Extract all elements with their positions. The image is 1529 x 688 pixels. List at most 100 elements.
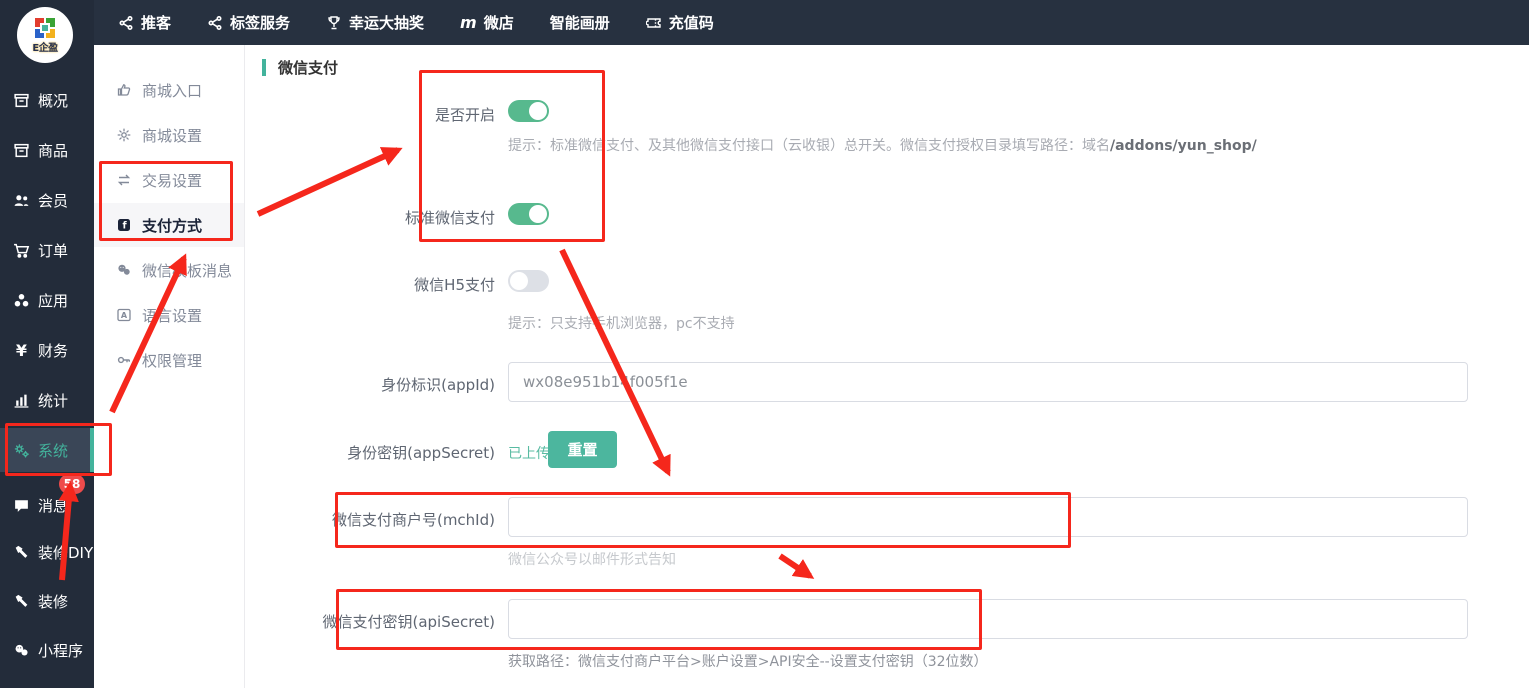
language-icon: A	[116, 307, 132, 323]
m-icon: m	[460, 15, 477, 31]
sidebar-label: 订单	[38, 240, 68, 261]
submenu-item-permission-mgmt[interactable]: 权限管理	[94, 338, 244, 382]
apisecret-input[interactable]	[508, 599, 1468, 639]
submenu-item-trade-settings[interactable]: 交易设置	[94, 158, 244, 202]
topnav-item-recharge-code[interactable]: 充值码	[646, 12, 714, 33]
submenu-label: 商城设置	[142, 125, 202, 146]
yen-icon: ¥	[13, 341, 30, 360]
standard-pay-label: 标准微信支付	[250, 207, 495, 228]
topnav-item-lucky-draw[interactable]: 幸运大抽奖	[326, 12, 424, 33]
gears-icon	[13, 442, 30, 459]
submenu-item-language-settings[interactable]: A 语言设置	[94, 293, 244, 337]
topnav-item-tuike[interactable]: 推客	[118, 12, 171, 33]
trophy-icon	[326, 15, 342, 31]
sidebar-item-system[interactable]: 系统	[0, 428, 94, 472]
payment-icon: f	[116, 217, 132, 233]
h5-pay-toggle[interactable]	[508, 270, 549, 292]
submenu-label: 支付方式	[142, 215, 202, 236]
h5-pay-label: 微信H5支付	[250, 274, 495, 295]
users-icon	[13, 192, 30, 209]
submenu-item-payment-methods[interactable]: f 支付方式	[94, 203, 244, 247]
standard-pay-toggle[interactable]	[508, 203, 549, 225]
enable-toggle[interactable]	[508, 100, 549, 122]
submenu-label: 语言设置	[142, 305, 202, 326]
reset-button[interactable]: 重置	[548, 431, 617, 468]
sidebar-label: 统计	[38, 390, 68, 411]
sidebar-label: 商品	[38, 140, 68, 161]
sidebar-label: 系统	[38, 440, 68, 461]
sidebar-item-goods[interactable]: 商品	[0, 128, 94, 172]
wechat-icon	[116, 262, 132, 278]
page-title-text: 微信支付	[278, 57, 338, 78]
sidebar-item-finance[interactable]: ¥ 财务	[0, 328, 94, 372]
comment-icon	[13, 497, 30, 514]
mchid-hint: 微信公众号以邮件形式告知	[508, 549, 676, 569]
h5-pay-hint: 提示：只支持手机浏览器，pc不支持	[508, 313, 735, 333]
page-title: 微信支付	[262, 57, 338, 78]
logo-icon	[34, 17, 56, 39]
topnav-item-weidian[interactable]: m 微店	[460, 12, 514, 33]
logo-text: E企盈	[32, 39, 57, 54]
key-icon	[116, 352, 132, 368]
cart-icon	[13, 242, 30, 259]
sidebar-item-overview[interactable]: 概况	[0, 78, 94, 122]
appid-input[interactable]	[508, 362, 1468, 402]
sidebar-item-apps[interactable]: 应用	[0, 278, 94, 322]
cubes-icon	[13, 292, 30, 309]
topnav-item-tag-service[interactable]: 标签服务	[207, 12, 290, 33]
mchid-label: 微信支付商户号(mchId)	[250, 509, 495, 530]
submenu-label: 商城入口	[142, 80, 202, 101]
sidebar-item-orders[interactable]: 订单	[0, 228, 94, 272]
brand-logo: E企盈	[17, 7, 73, 63]
appid-label: 身份标识(appId)	[250, 374, 495, 395]
enable-label: 是否开启	[250, 104, 495, 125]
bar-chart-icon	[13, 392, 30, 409]
sidebar-label: 装修	[38, 591, 68, 612]
toggle-knob	[529, 102, 547, 120]
archive-icon	[13, 142, 30, 159]
topnav-label: 标签服务	[230, 12, 290, 33]
appsecret-status: 已上传	[508, 443, 550, 463]
ticket-icon	[646, 15, 662, 31]
submenu-item-shop-entry[interactable]: 商城入口	[94, 68, 244, 112]
thumbs-up-icon	[116, 82, 132, 98]
title-accent-bar	[262, 59, 266, 76]
sidebar-label: 小程序	[38, 640, 83, 661]
apisecret-label: 微信支付密钥(apiSecret)	[250, 611, 495, 632]
apisecret-hint: 获取路径：微信支付商户平台>账户设置>API安全--设置支付密钥（32位数）	[508, 651, 988, 671]
sidebar-label: 概况	[38, 90, 68, 111]
submenu-item-wechat-template-msg[interactable]: 微信模板消息	[94, 248, 244, 292]
sidebar-item-statistics[interactable]: 统计	[0, 378, 94, 422]
hammer-icon	[13, 593, 30, 610]
share-icon	[118, 15, 134, 31]
toggle-knob	[529, 205, 547, 223]
sidebar-label: 装修DIY	[38, 542, 93, 563]
wechat-icon	[13, 642, 30, 659]
sidebar-item-members[interactable]: 会员	[0, 178, 94, 222]
main-sidebar: E企盈 概况 商品 会员 订单 应用 ¥ 财务 统计 系统 消息 装修DIY	[0, 0, 94, 688]
submenu-item-shop-settings[interactable]: 商城设置	[94, 113, 244, 157]
sidebar-label: 财务	[38, 340, 68, 361]
enable-hint: 提示：标准微信支付、及其他微信支付接口（云收银）总开关。微信支付授权目录填写路径…	[508, 135, 1257, 155]
topnav-label: 充值码	[669, 12, 714, 33]
submenu-label: 微信模板消息	[142, 260, 232, 281]
sidebar-label: 应用	[38, 290, 68, 311]
mchid-input[interactable]	[508, 497, 1468, 537]
topnav-label: 智能画册	[550, 12, 610, 33]
submenu-label: 权限管理	[142, 350, 202, 371]
appsecret-label: 身份密钥(appSecret)	[250, 442, 495, 463]
archive-icon	[13, 92, 30, 109]
message-count-badge: 58	[59, 474, 85, 494]
submenu-label: 交易设置	[142, 170, 202, 191]
sidebar-item-mini-program[interactable]: 小程序	[0, 628, 94, 672]
system-submenu: 商城入口 商城设置 交易设置 f 支付方式 微信模板消息 A 语言设置 权限管理	[94, 45, 245, 688]
gear-icon	[116, 127, 132, 143]
topnav-label: 推客	[141, 12, 171, 33]
sidebar-label: 会员	[38, 190, 68, 211]
sidebar-item-decorate[interactable]: 装修	[0, 579, 94, 623]
arrow-submenu-to-toggles	[258, 150, 398, 214]
sidebar-label: 消息	[38, 495, 68, 516]
sidebar-item-decorate-diy[interactable]: 装修DIY	[0, 530, 94, 574]
arrow-mchid-to-apisecret	[780, 556, 810, 576]
topnav-item-smart-album[interactable]: 智能画册	[550, 12, 610, 33]
